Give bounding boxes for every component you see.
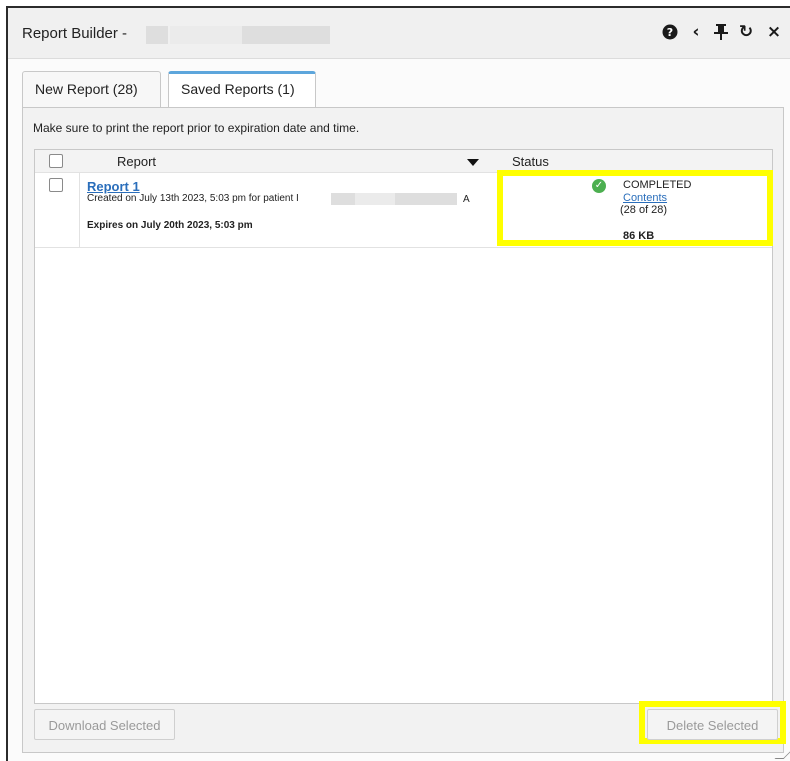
- table-row: Report 1 Created on July 13th 2023, 5:03…: [35, 170, 773, 248]
- close-icon[interactable]: ×: [765, 22, 783, 42]
- select-all-checkbox[interactable]: [49, 154, 63, 168]
- collapse-left-icon[interactable]: ‹: [687, 22, 705, 42]
- svg-text:?: ?: [667, 26, 673, 39]
- report-title-link[interactable]: Report 1: [87, 179, 140, 194]
- report-builder-window: Report Builder - ? ‹ ↻ × New Report (28)…: [6, 6, 790, 761]
- page-count: (28 of 28): [620, 204, 668, 216]
- tab-saved-reports[interactable]: Saved Reports (1): [168, 71, 316, 108]
- delete-selected-button[interactable]: Delete Selected: [647, 709, 778, 740]
- saved-reports-panel: Make sure to print the report prior to e…: [22, 107, 786, 753]
- refresh-icon[interactable]: ↻: [737, 22, 755, 42]
- redacted-name: [170, 26, 242, 44]
- report-column-header[interactable]: Report: [117, 154, 156, 169]
- redacted-patient: [331, 193, 355, 205]
- status-column-header: Status: [512, 154, 549, 169]
- column-divider: [79, 173, 80, 247]
- tab-new-report[interactable]: New Report (28): [22, 71, 161, 107]
- created-info: Created on July 13th 2023, 5:03 pm for p…: [87, 193, 299, 204]
- file-size: 86 KB: [623, 230, 655, 242]
- redacted-name: [146, 26, 168, 44]
- status-text: COMPLETED: [623, 179, 692, 191]
- expiration-info: Expires on July 20th 2023, 5:03 pm: [87, 220, 253, 231]
- sort-desc-icon[interactable]: [467, 159, 479, 166]
- redacted-name: [242, 26, 330, 44]
- created-info-suffix: A: [463, 194, 470, 205]
- row-checkbox[interactable]: [49, 178, 63, 192]
- check-circle-icon: ✓: [592, 179, 606, 193]
- reports-grid: Report Status Report 1 Created on July 1…: [34, 149, 773, 704]
- print-notice: Make sure to print the report prior to e…: [33, 121, 360, 135]
- contents-link[interactable]: Contents: [623, 192, 667, 204]
- window-title: Report Builder -: [22, 25, 128, 42]
- redacted-patient: [395, 193, 457, 205]
- help-icon[interactable]: ?: [661, 22, 679, 45]
- download-selected-button[interactable]: Download Selected: [34, 709, 175, 740]
- pin-icon[interactable]: [712, 22, 730, 45]
- title-bar: Report Builder - ? ‹ ↻ ×: [8, 8, 790, 59]
- redacted-patient: [355, 193, 395, 205]
